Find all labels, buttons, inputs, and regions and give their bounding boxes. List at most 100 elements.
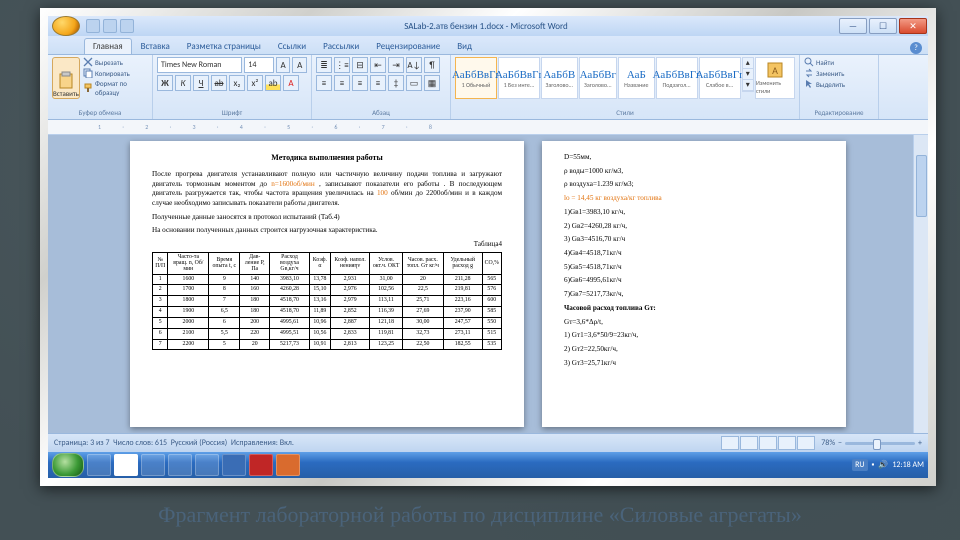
tab-references[interactable]: Ссылки — [270, 39, 314, 54]
task-skype[interactable] — [168, 454, 192, 476]
sort-button[interactable]: A↓ — [406, 57, 422, 73]
justify-button[interactable]: ≡ — [370, 75, 386, 91]
font-color-button[interactable]: A — [283, 75, 299, 91]
task-explorer[interactable] — [141, 454, 165, 476]
font-size-combo[interactable]: 14 — [244, 57, 274, 73]
strike-button[interactable]: ab — [211, 75, 227, 91]
highlight-button[interactable]: ab — [265, 75, 281, 91]
office-button[interactable] — [52, 16, 80, 36]
style-0[interactable]: АаБбВвГг1 Обычный — [455, 57, 497, 99]
window-title: SALab-2.атв бензин 1.docx - Microsoft Wo… — [134, 21, 838, 32]
bold-button[interactable]: Ж — [157, 75, 173, 91]
doc-title: Методика выполнения работы — [152, 153, 502, 164]
status-page[interactable]: Страница: 3 из 7 — [54, 438, 110, 448]
format-painter-button[interactable]: Формат по образцу — [83, 79, 148, 97]
view-buttons[interactable] — [721, 436, 815, 450]
show-marks-button[interactable]: ¶ — [424, 57, 440, 73]
taskbar: RU ▪ 🔊 12:18 AM — [48, 452, 928, 478]
zoom-slider[interactable] — [845, 442, 915, 445]
task-word[interactable] — [222, 454, 246, 476]
copy-button[interactable]: Копировать — [83, 68, 148, 78]
maximize-button[interactable]: ☐ — [869, 18, 897, 34]
tab-mailings[interactable]: Рассылки — [315, 39, 367, 54]
data-table: № П/ПЧасто-та вращ. n, Об/минВремя опыта… — [152, 252, 502, 351]
copy-icon — [83, 68, 93, 78]
paste-button[interactable]: Вставить — [52, 57, 80, 99]
find-button[interactable]: Найти — [804, 57, 874, 67]
status-words[interactable]: Число слов: 615 — [113, 438, 167, 448]
close-button[interactable]: ✕ — [899, 18, 927, 34]
font-name-combo[interactable]: Times New Roman — [157, 57, 242, 73]
align-left-button[interactable]: ≡ — [316, 75, 332, 91]
bullets-button[interactable]: ≣ — [316, 57, 332, 73]
underline-button[interactable]: Ч — [193, 75, 209, 91]
group-label-font: Шрифт — [157, 108, 307, 117]
style-2[interactable]: АаБбВЗаголово... — [541, 57, 578, 99]
scissors-icon — [83, 57, 93, 67]
style-6[interactable]: АаБбВвГгСлабое в... — [699, 57, 741, 99]
style-5[interactable]: АаБбВвГгПодзагол... — [656, 57, 698, 99]
tray-net-icon[interactable]: ▪ — [872, 460, 875, 470]
tab-view[interactable]: Вид — [449, 39, 480, 54]
select-icon — [804, 79, 814, 89]
zoom-label[interactable]: 78% — [821, 438, 835, 448]
borders-button[interactable]: ▦ — [424, 75, 440, 91]
svg-text:A: A — [772, 64, 778, 77]
status-track[interactable]: Исправления: Вкл. — [231, 438, 294, 448]
start-button[interactable] — [52, 453, 84, 477]
zoom-in-button[interactable]: + — [918, 438, 922, 448]
tab-insert[interactable]: Вставка — [133, 39, 178, 54]
tray-time[interactable]: 12:18 AM — [892, 460, 924, 470]
superscript-button[interactable]: x² — [247, 75, 263, 91]
group-label-editing: Редактирование — [804, 108, 874, 117]
replace-button[interactable]: Заменить — [804, 68, 874, 78]
title-bar: SALab-2.атв бензин 1.docx - Microsoft Wo… — [48, 16, 928, 36]
align-center-button[interactable]: ≡ — [334, 75, 350, 91]
align-right-button[interactable]: ≡ — [352, 75, 368, 91]
paste-icon — [58, 71, 74, 89]
task-ie[interactable] — [87, 454, 111, 476]
line-spacing-button[interactable]: ‡ — [388, 75, 404, 91]
inc-indent-button[interactable]: ⇥ — [388, 57, 404, 73]
italic-button[interactable]: К — [175, 75, 191, 91]
shrink-font-button[interactable]: A — [292, 57, 307, 73]
select-button[interactable]: Выделить — [804, 79, 874, 89]
ribbon: Вставить Вырезать Копировать Формат по о… — [48, 55, 928, 120]
task-yandex[interactable] — [114, 454, 138, 476]
task-chrome[interactable] — [195, 454, 219, 476]
grow-font-button[interactable]: A — [276, 57, 291, 73]
style-1[interactable]: АаБбВвГг1 Без инте... — [498, 57, 540, 99]
task-ppt[interactable] — [276, 454, 300, 476]
task-adobe[interactable] — [249, 454, 273, 476]
subscript-button[interactable]: x₂ — [229, 75, 245, 91]
minimize-button[interactable]: — — [839, 18, 867, 34]
find-icon — [804, 57, 814, 67]
vertical-scrollbar[interactable] — [913, 135, 928, 433]
ruler[interactable]: 1 · 2 · 3 · 4 · 5 · 6 · 7 · 8 — [48, 120, 928, 135]
tray-lang[interactable]: RU — [852, 459, 867, 471]
tray-sound-icon[interactable]: 🔊 — [878, 460, 888, 470]
tab-home[interactable]: Главная — [84, 38, 132, 54]
zoom-out-button[interactable]: − — [838, 438, 842, 448]
tab-layout[interactable]: Разметка страницы — [179, 39, 269, 54]
style-gallery[interactable]: АаБбВвГг1 ОбычныйАаБбВвГг1 Без инте...Аа… — [455, 57, 795, 99]
shading-button[interactable]: ▭ — [406, 75, 422, 91]
cut-button[interactable]: Вырезать — [83, 57, 148, 67]
dec-indent-button[interactable]: ⇤ — [370, 57, 386, 73]
help-icon[interactable]: ? — [910, 42, 922, 54]
group-label-clipboard: Буфер обмена — [52, 108, 148, 117]
style-3[interactable]: АаБбВгЗаголово... — [579, 57, 617, 99]
document-area[interactable]: Методика выполнения работы После прогрев… — [48, 135, 928, 433]
status-bar: Страница: 3 из 7 Число слов: 615 Русский… — [48, 433, 928, 452]
quick-access-toolbar[interactable] — [86, 19, 134, 33]
status-lang[interactable]: Русский (Россия) — [171, 438, 228, 448]
tab-review[interactable]: Рецензирование — [368, 39, 448, 54]
group-label-styles: Стили — [455, 108, 795, 117]
multilevel-button[interactable]: ⊟ — [352, 57, 368, 73]
ribbon-tabs: Главная Вставка Разметка страницы Ссылки… — [48, 36, 928, 55]
style-4[interactable]: АаБНазвание — [618, 57, 655, 99]
page-right: D=55мм, ρ воды=1000 кг/м3, ρ воздуха=1.2… — [542, 141, 846, 427]
replace-icon — [804, 68, 814, 78]
numbering-button[interactable]: ⋮≡ — [334, 57, 350, 73]
change-styles-button[interactable]: AИзменить стили — [755, 57, 795, 99]
